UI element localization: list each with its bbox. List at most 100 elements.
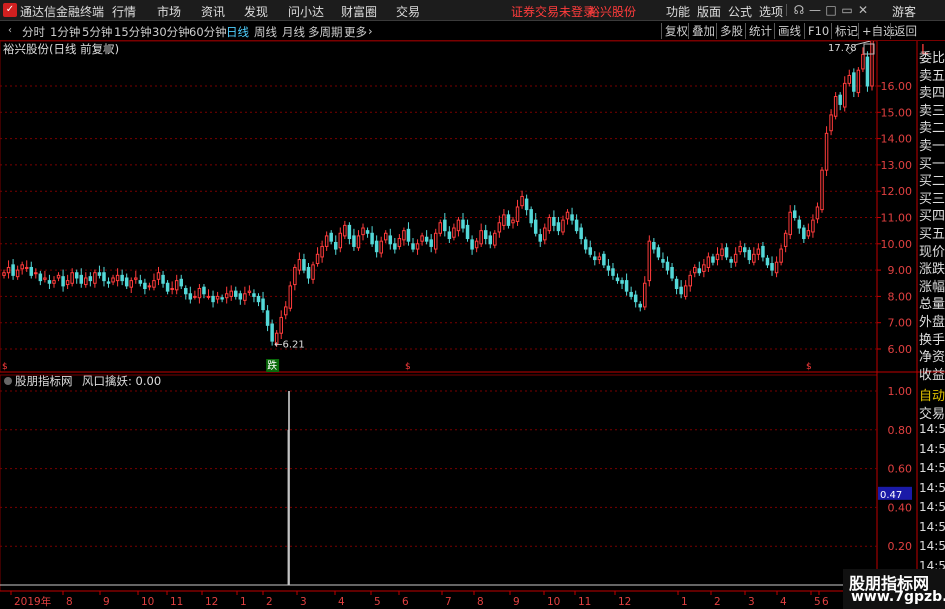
candle-body xyxy=(420,235,424,242)
candle-body xyxy=(70,272,74,284)
restore-icon[interactable]: ▭ xyxy=(839,2,855,18)
candle-body xyxy=(288,285,293,309)
menu-ask[interactable]: 问小达 xyxy=(288,3,324,20)
period-1min[interactable]: 1分钟 xyxy=(50,24,80,40)
candle-body xyxy=(593,256,597,261)
menu-news[interactable]: 资讯 xyxy=(201,3,225,20)
candle-body xyxy=(179,278,183,287)
trade-time: 14:56 xyxy=(919,441,945,456)
candle-body xyxy=(747,249,752,261)
candle-body xyxy=(697,268,702,274)
candle-body xyxy=(84,277,88,286)
price-label: 11.00 xyxy=(881,212,913,225)
candle-body xyxy=(265,310,270,326)
menu-function[interactable]: 功能 xyxy=(666,3,690,20)
menu-formula[interactable]: 公式 xyxy=(728,3,752,20)
candle-body xyxy=(215,295,220,300)
multi-stock-button[interactable]: 多股 xyxy=(716,23,746,39)
candle-body xyxy=(756,248,761,255)
login-status[interactable]: 证券交易未登录 xyxy=(511,3,595,20)
indicator-name: 风口擒妖: 0.00 xyxy=(82,374,161,388)
period-more[interactable]: 更多 xyxy=(344,24,367,40)
candle-body xyxy=(656,247,661,258)
period-tick[interactable]: 分时 xyxy=(22,24,45,40)
trade-panel-label[interactable]: 交易 xyxy=(919,403,945,422)
candle-body xyxy=(583,239,588,250)
candle-body xyxy=(715,253,720,261)
candle-body xyxy=(188,293,193,300)
candle-body xyxy=(197,288,202,299)
candle-body xyxy=(393,243,397,250)
period-5min[interactable]: 5分钟 xyxy=(82,24,112,40)
price-label: 12.00 xyxy=(881,185,913,198)
quote-row-label: 卖四 xyxy=(919,86,945,102)
kline-chart[interactable]: 16.0015.0014.0013.0012.0011.0010.009.008… xyxy=(0,41,945,609)
candle-body xyxy=(93,272,97,284)
price-label: 9.00 xyxy=(888,264,913,277)
candle-body xyxy=(515,206,520,222)
candle-body xyxy=(456,219,461,232)
candle-body xyxy=(829,114,833,132)
trade-panel-label[interactable]: 自动 xyxy=(919,385,945,404)
menu-options[interactable]: 选项 xyxy=(759,3,783,20)
candle-body xyxy=(383,232,388,241)
menu-discover[interactable]: 发现 xyxy=(244,3,268,20)
candle-body xyxy=(365,230,370,234)
menu-quotes[interactable]: 行情 xyxy=(112,3,136,20)
period-15min[interactable]: 15分钟 xyxy=(114,24,152,40)
f10-button[interactable]: F10 xyxy=(804,23,832,39)
candle-body xyxy=(433,232,438,250)
headset-icon[interactable]: ☊ xyxy=(791,2,807,18)
menu-trade[interactable]: 交易 xyxy=(396,3,420,20)
quote-row-label: 买五 xyxy=(919,227,945,242)
back-button[interactable]: 返回 xyxy=(890,23,920,39)
price-label: 6.00 xyxy=(888,343,913,356)
menu-layout[interactable]: 版面 xyxy=(697,3,721,20)
adjust-button[interactable]: 复权 xyxy=(661,23,691,39)
chevron-left-icon[interactable]: ‹ xyxy=(2,23,18,39)
x-axis-label: 2 xyxy=(714,596,721,608)
mark-button[interactable]: 标记 xyxy=(831,23,861,39)
x-axis-label: 9 xyxy=(103,596,110,608)
chevron-right-icon[interactable]: › xyxy=(368,24,373,38)
candle-body xyxy=(424,236,429,242)
draw-button[interactable]: 画线 xyxy=(774,23,804,39)
indicator-panel-frame xyxy=(0,374,878,592)
candle-body xyxy=(629,291,633,297)
candle-body xyxy=(770,263,774,271)
period-daily[interactable]: 日线 xyxy=(226,24,249,40)
candle-body xyxy=(465,224,470,240)
minimize-icon[interactable]: — xyxy=(807,2,823,18)
candle-body xyxy=(397,238,402,247)
period-30min[interactable]: 30分钟 xyxy=(152,24,190,40)
candle-body xyxy=(674,278,679,290)
period-monthly[interactable]: 月线 xyxy=(282,24,305,40)
period-weekly[interactable]: 周线 xyxy=(254,24,277,40)
candle-body xyxy=(252,293,256,297)
candle-body xyxy=(193,295,197,298)
candle-body xyxy=(724,247,729,258)
stats-button[interactable]: 统计 xyxy=(745,23,775,39)
period-multi[interactable]: 多周期 xyxy=(308,24,343,40)
quote-row-label: 卖五 xyxy=(919,68,945,84)
close-icon[interactable]: ✕ xyxy=(855,2,871,18)
menu-wealth[interactable]: 财富圈 xyxy=(341,3,377,20)
candle-body xyxy=(443,219,447,232)
candle-body xyxy=(352,235,356,247)
guest-label[interactable]: 游客 xyxy=(892,3,916,20)
candle-body xyxy=(311,264,315,280)
maximize-icon[interactable]: □ xyxy=(823,2,839,18)
period-60min[interactable]: 60分钟 xyxy=(189,24,227,40)
candle-body xyxy=(111,277,115,283)
candle-body xyxy=(356,235,361,249)
candle-body xyxy=(602,253,606,266)
overlay-button[interactable]: 叠加 xyxy=(688,23,718,39)
price-label: 15.00 xyxy=(881,106,913,119)
candle-body xyxy=(88,276,93,282)
candle-body xyxy=(438,222,443,234)
menu-market[interactable]: 市场 xyxy=(157,3,181,20)
indicator-source-label: 股朋指标网 xyxy=(15,374,73,388)
trade-time: 14:56 xyxy=(919,539,945,553)
candle-body xyxy=(293,266,297,286)
app-logo-icon: ✓ xyxy=(3,3,17,17)
